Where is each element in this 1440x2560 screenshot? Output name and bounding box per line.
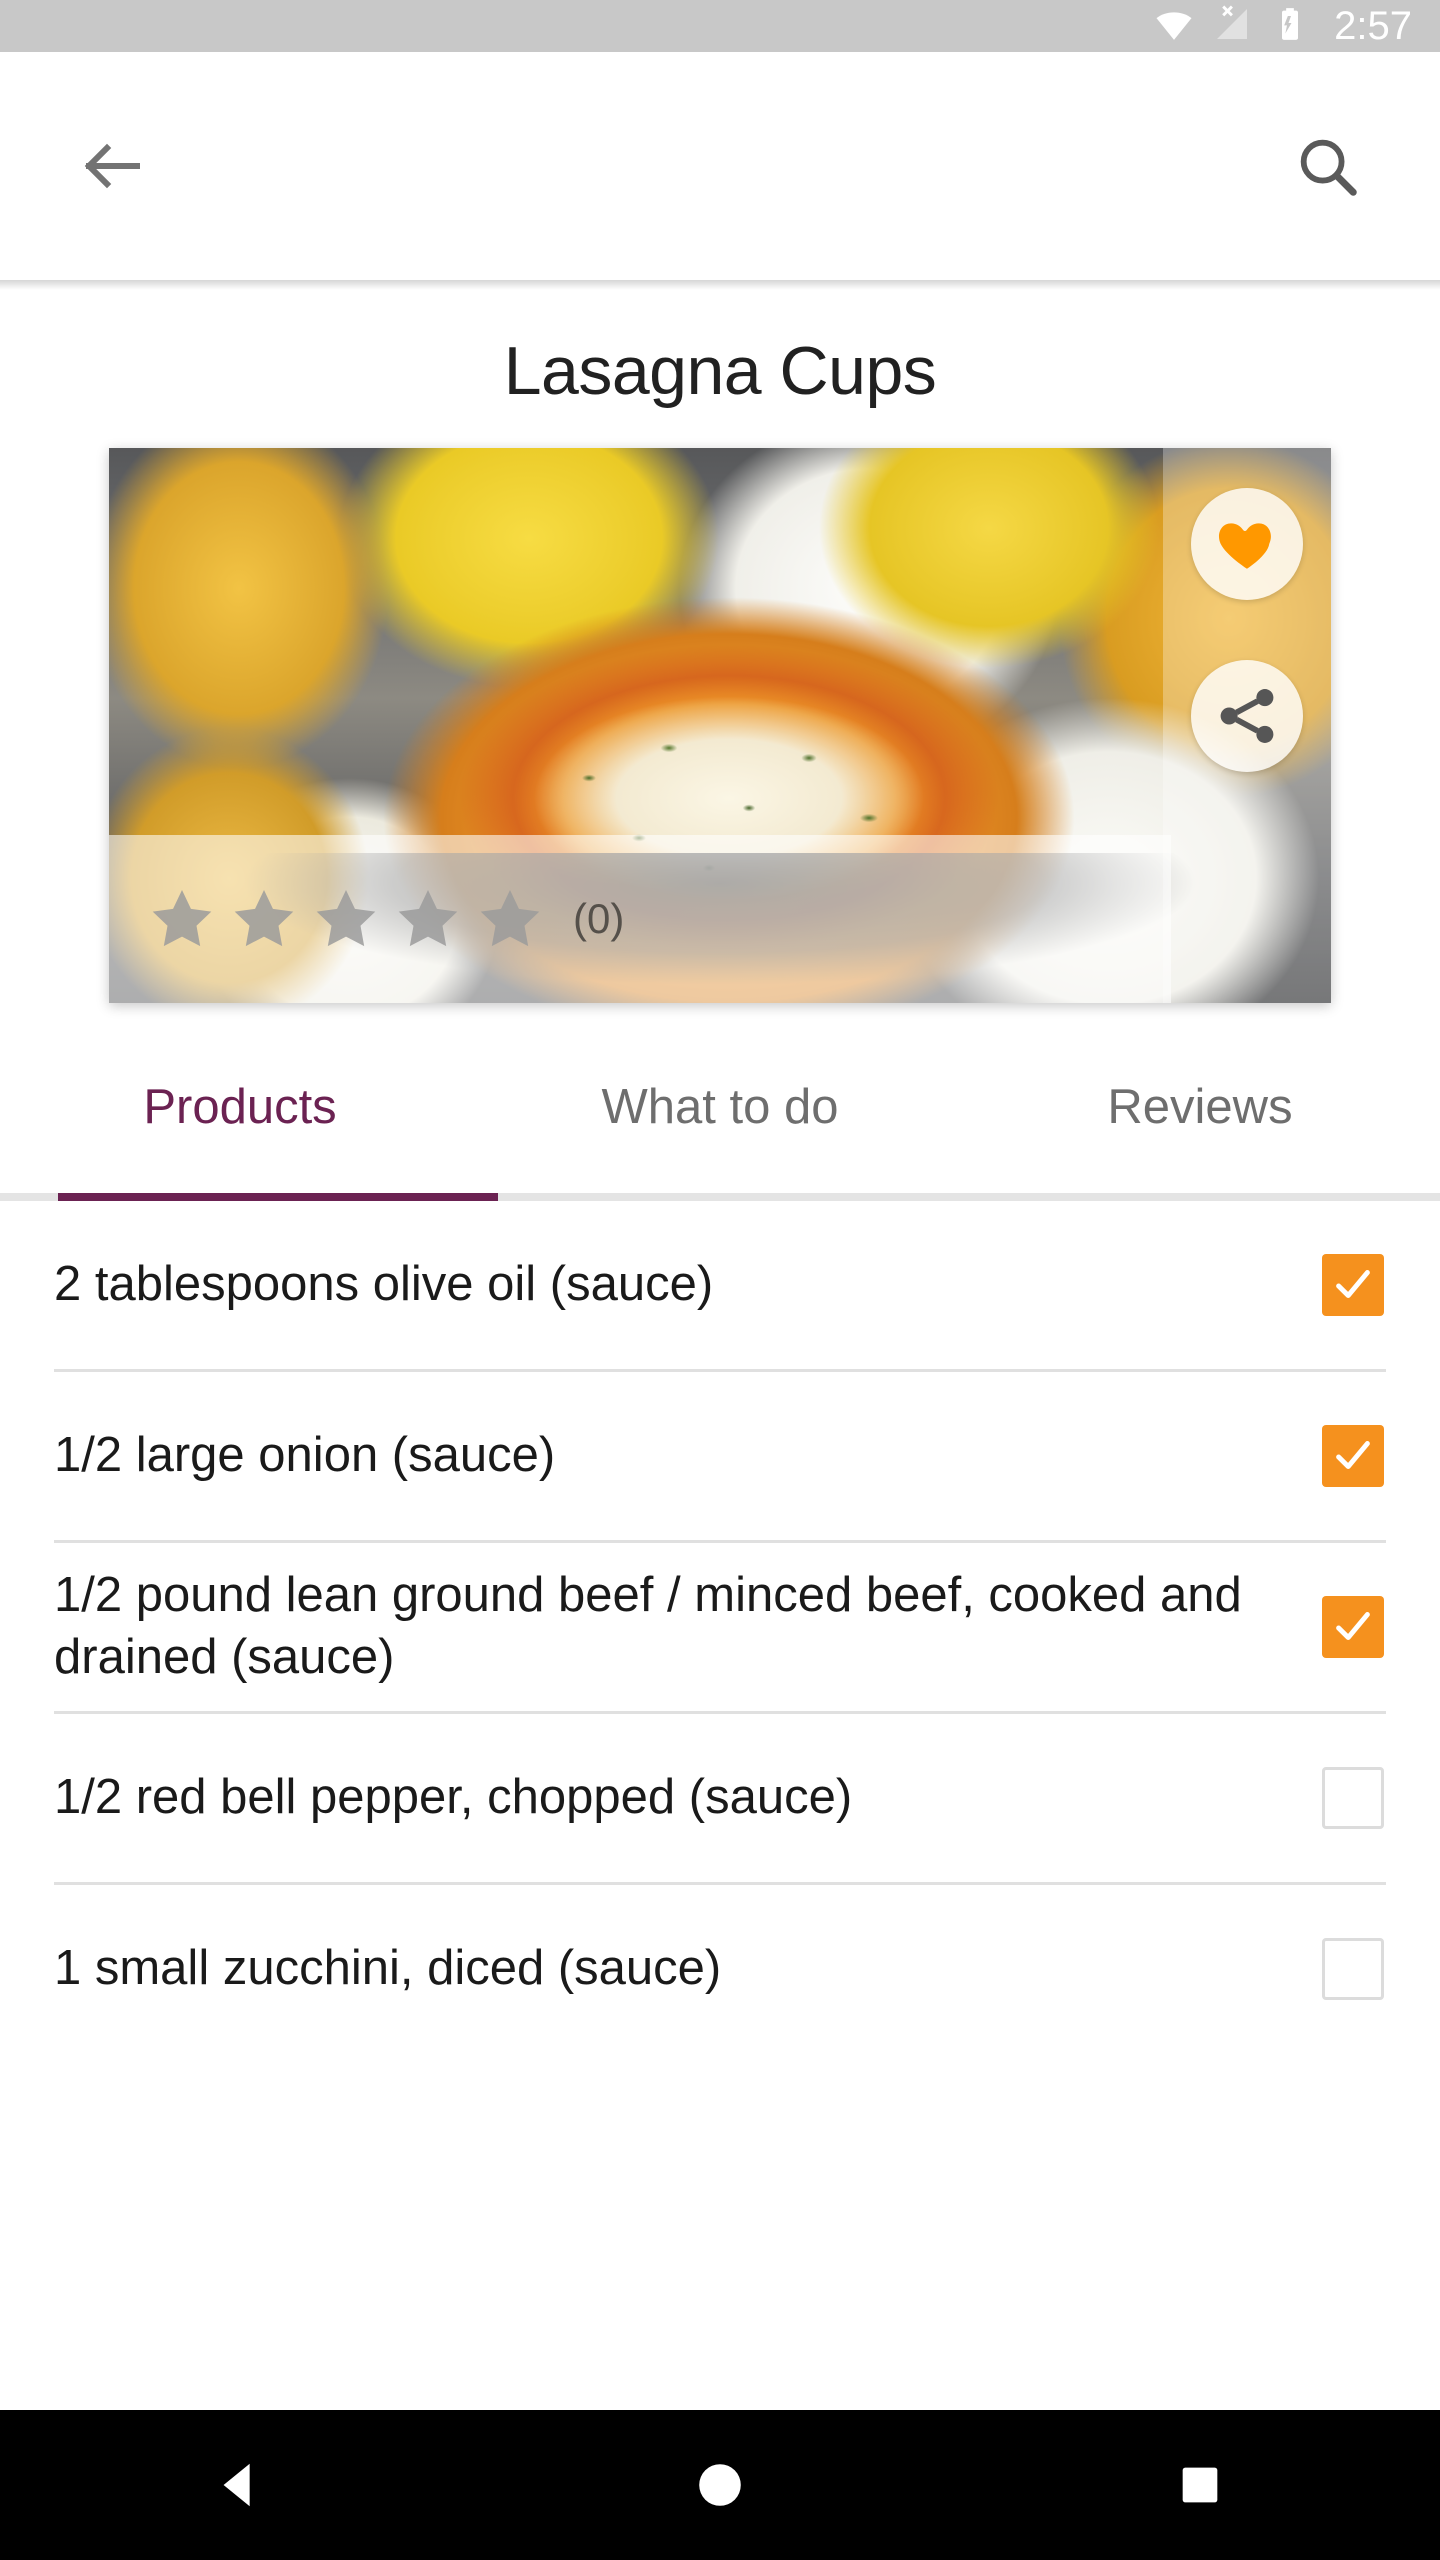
page-title: Lasagna Cups	[503, 333, 937, 409]
tab-what-to-do[interactable]: What to do	[480, 1051, 960, 1135]
ingredient-text: 1/2 large onion (sauce)	[54, 1428, 556, 1483]
app-toolbar	[0, 52, 1440, 280]
ingredient-list: 2 tablespoons olive oil (sauce) 1/2 larg…	[0, 1201, 1440, 2053]
list-item[interactable]: 1/2 pound lean ground beef / minced beef…	[0, 1543, 1440, 1711]
ingredient-checkbox[interactable]	[1322, 1767, 1384, 1829]
ingredient-text: 1 small zucchini, diced (sauce)	[54, 1941, 722, 1996]
recipe-content: Lasagna Cups (0) Products What to do Rev…	[0, 290, 1440, 2410]
ingredient-checkbox[interactable]	[1322, 1425, 1384, 1487]
nav-home-button[interactable]	[640, 2410, 800, 2560]
back-triangle-icon	[223, 2463, 250, 2507]
nav-back-button[interactable]	[160, 2410, 320, 2560]
ingredient-checkbox[interactable]	[1322, 1938, 1384, 2000]
search-icon	[1300, 139, 1357, 196]
check-icon	[1336, 1270, 1370, 1299]
recipe-image-card: (0)	[109, 448, 1331, 1003]
nav-recents-button[interactable]	[1120, 2410, 1280, 2560]
search-button[interactable]	[1272, 111, 1382, 221]
rating-count: (0)	[573, 895, 625, 942]
ingredient-text: 1/2 red bell pepper, chopped (sauce)	[54, 1770, 853, 1825]
list-item[interactable]: 1/2 red bell pepper, chopped (sauce)	[0, 1714, 1440, 1882]
battery-charging-icon	[1270, 4, 1310, 49]
back-arrow-icon	[84, 143, 140, 189]
tab-products[interactable]: Products	[0, 1051, 480, 1135]
wifi-icon	[1154, 4, 1194, 49]
favorite-button[interactable]	[1191, 488, 1303, 600]
rating-bar[interactable]: (0)	[109, 835, 1171, 1003]
share-icon	[1220, 689, 1274, 743]
status-bar-clock: 2:57	[1334, 4, 1412, 48]
app-screen: 2:57 Lasagna Cups (0) Products What to d…	[0, 0, 1440, 2560]
star-icon-3[interactable]	[309, 882, 383, 956]
status-bar: 2:57	[0, 0, 1440, 52]
tab-active-indicator	[58, 1193, 498, 1201]
home-circle-icon	[699, 2464, 741, 2506]
ingredient-text: 2 tablespoons olive oil (sauce)	[54, 1257, 714, 1312]
recents-square-icon	[1182, 2467, 1218, 2503]
system-navigation-bar	[0, 2410, 1440, 2560]
ingredient-checkbox[interactable]	[1322, 1596, 1384, 1658]
check-icon	[1336, 1612, 1370, 1641]
tab-bar: Products What to do Reviews	[0, 1051, 1440, 1201]
ingredient-text: 1/2 pound lean ground beef / minced beef…	[54, 1568, 1242, 1684]
share-button[interactable]	[1191, 660, 1303, 772]
star-icon-1[interactable]	[145, 882, 219, 956]
ingredient-checkbox[interactable]	[1322, 1254, 1384, 1316]
image-action-column	[1163, 448, 1331, 1003]
list-item[interactable]: 1 small zucchini, diced (sauce)	[0, 1885, 1440, 2053]
star-icon-4[interactable]	[391, 882, 465, 956]
check-icon	[1336, 1441, 1370, 1470]
tab-reviews[interactable]: Reviews	[960, 1051, 1440, 1135]
list-item[interactable]: 1/2 large onion (sauce)	[0, 1372, 1440, 1540]
cellular-no-sim-icon	[1212, 4, 1252, 49]
heart-icon	[1218, 523, 1271, 569]
back-button[interactable]	[58, 111, 168, 221]
star-icon-2[interactable]	[227, 882, 301, 956]
star-icon-5[interactable]	[473, 882, 547, 956]
list-item[interactable]: 2 tablespoons olive oil (sauce)	[0, 1201, 1440, 1369]
toolbar-shadow	[0, 280, 1440, 290]
